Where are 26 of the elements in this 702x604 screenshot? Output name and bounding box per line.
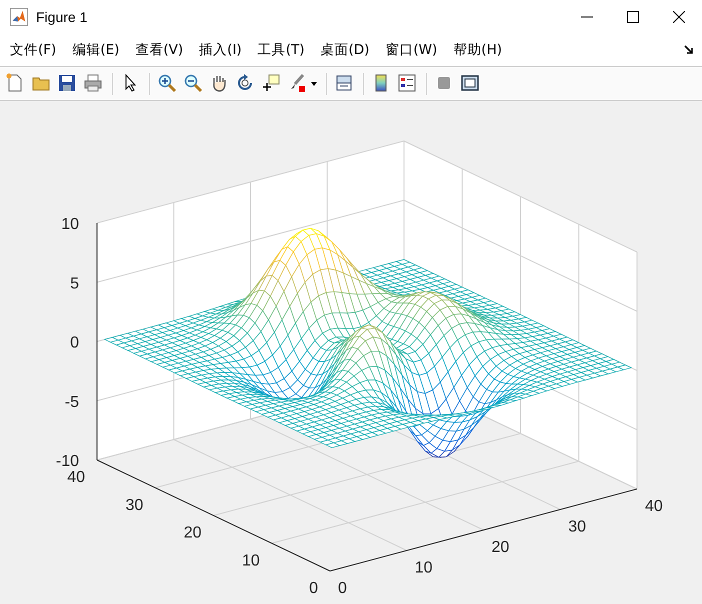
tick-label: 20 (184, 524, 202, 542)
tick-label: 30 (125, 496, 144, 514)
menu-item[interactable]: 插入(I) (191, 41, 250, 59)
tick-label: 30 (568, 518, 586, 536)
menu-item[interactable]: 窗口(W) (377, 41, 446, 59)
window-title: Figure 1 (36, 9, 88, 25)
tick-label: 10 (242, 552, 260, 570)
menu-item[interactable]: 帮助(H) (445, 41, 510, 59)
dock-arrow-icon[interactable] (684, 45, 694, 55)
tick-label: 20 (492, 539, 510, 556)
tick-label: 0 (309, 580, 318, 597)
tick-label: 10 (414, 560, 433, 576)
tick-label: 0 (70, 334, 79, 352)
app-logo-icon (10, 8, 28, 26)
tick-label: 40 (645, 498, 663, 515)
menu-item[interactable]: 编辑(E) (64, 41, 128, 59)
menu-item[interactable]: 工具(T) (250, 41, 312, 59)
tick-label: 0 (338, 580, 347, 597)
tick-label: 40 (67, 469, 85, 486)
tick-label: -10 (56, 453, 79, 470)
tick-label: -5 (64, 394, 79, 411)
tick-label: 10 (61, 216, 79, 233)
menu-item[interactable]: 文件(F) (2, 41, 64, 59)
menu-item[interactable]: 查看(V) (127, 41, 192, 59)
menu-item[interactable]: 桌面(D) (312, 41, 378, 59)
tick-label: 5 (70, 275, 79, 292)
